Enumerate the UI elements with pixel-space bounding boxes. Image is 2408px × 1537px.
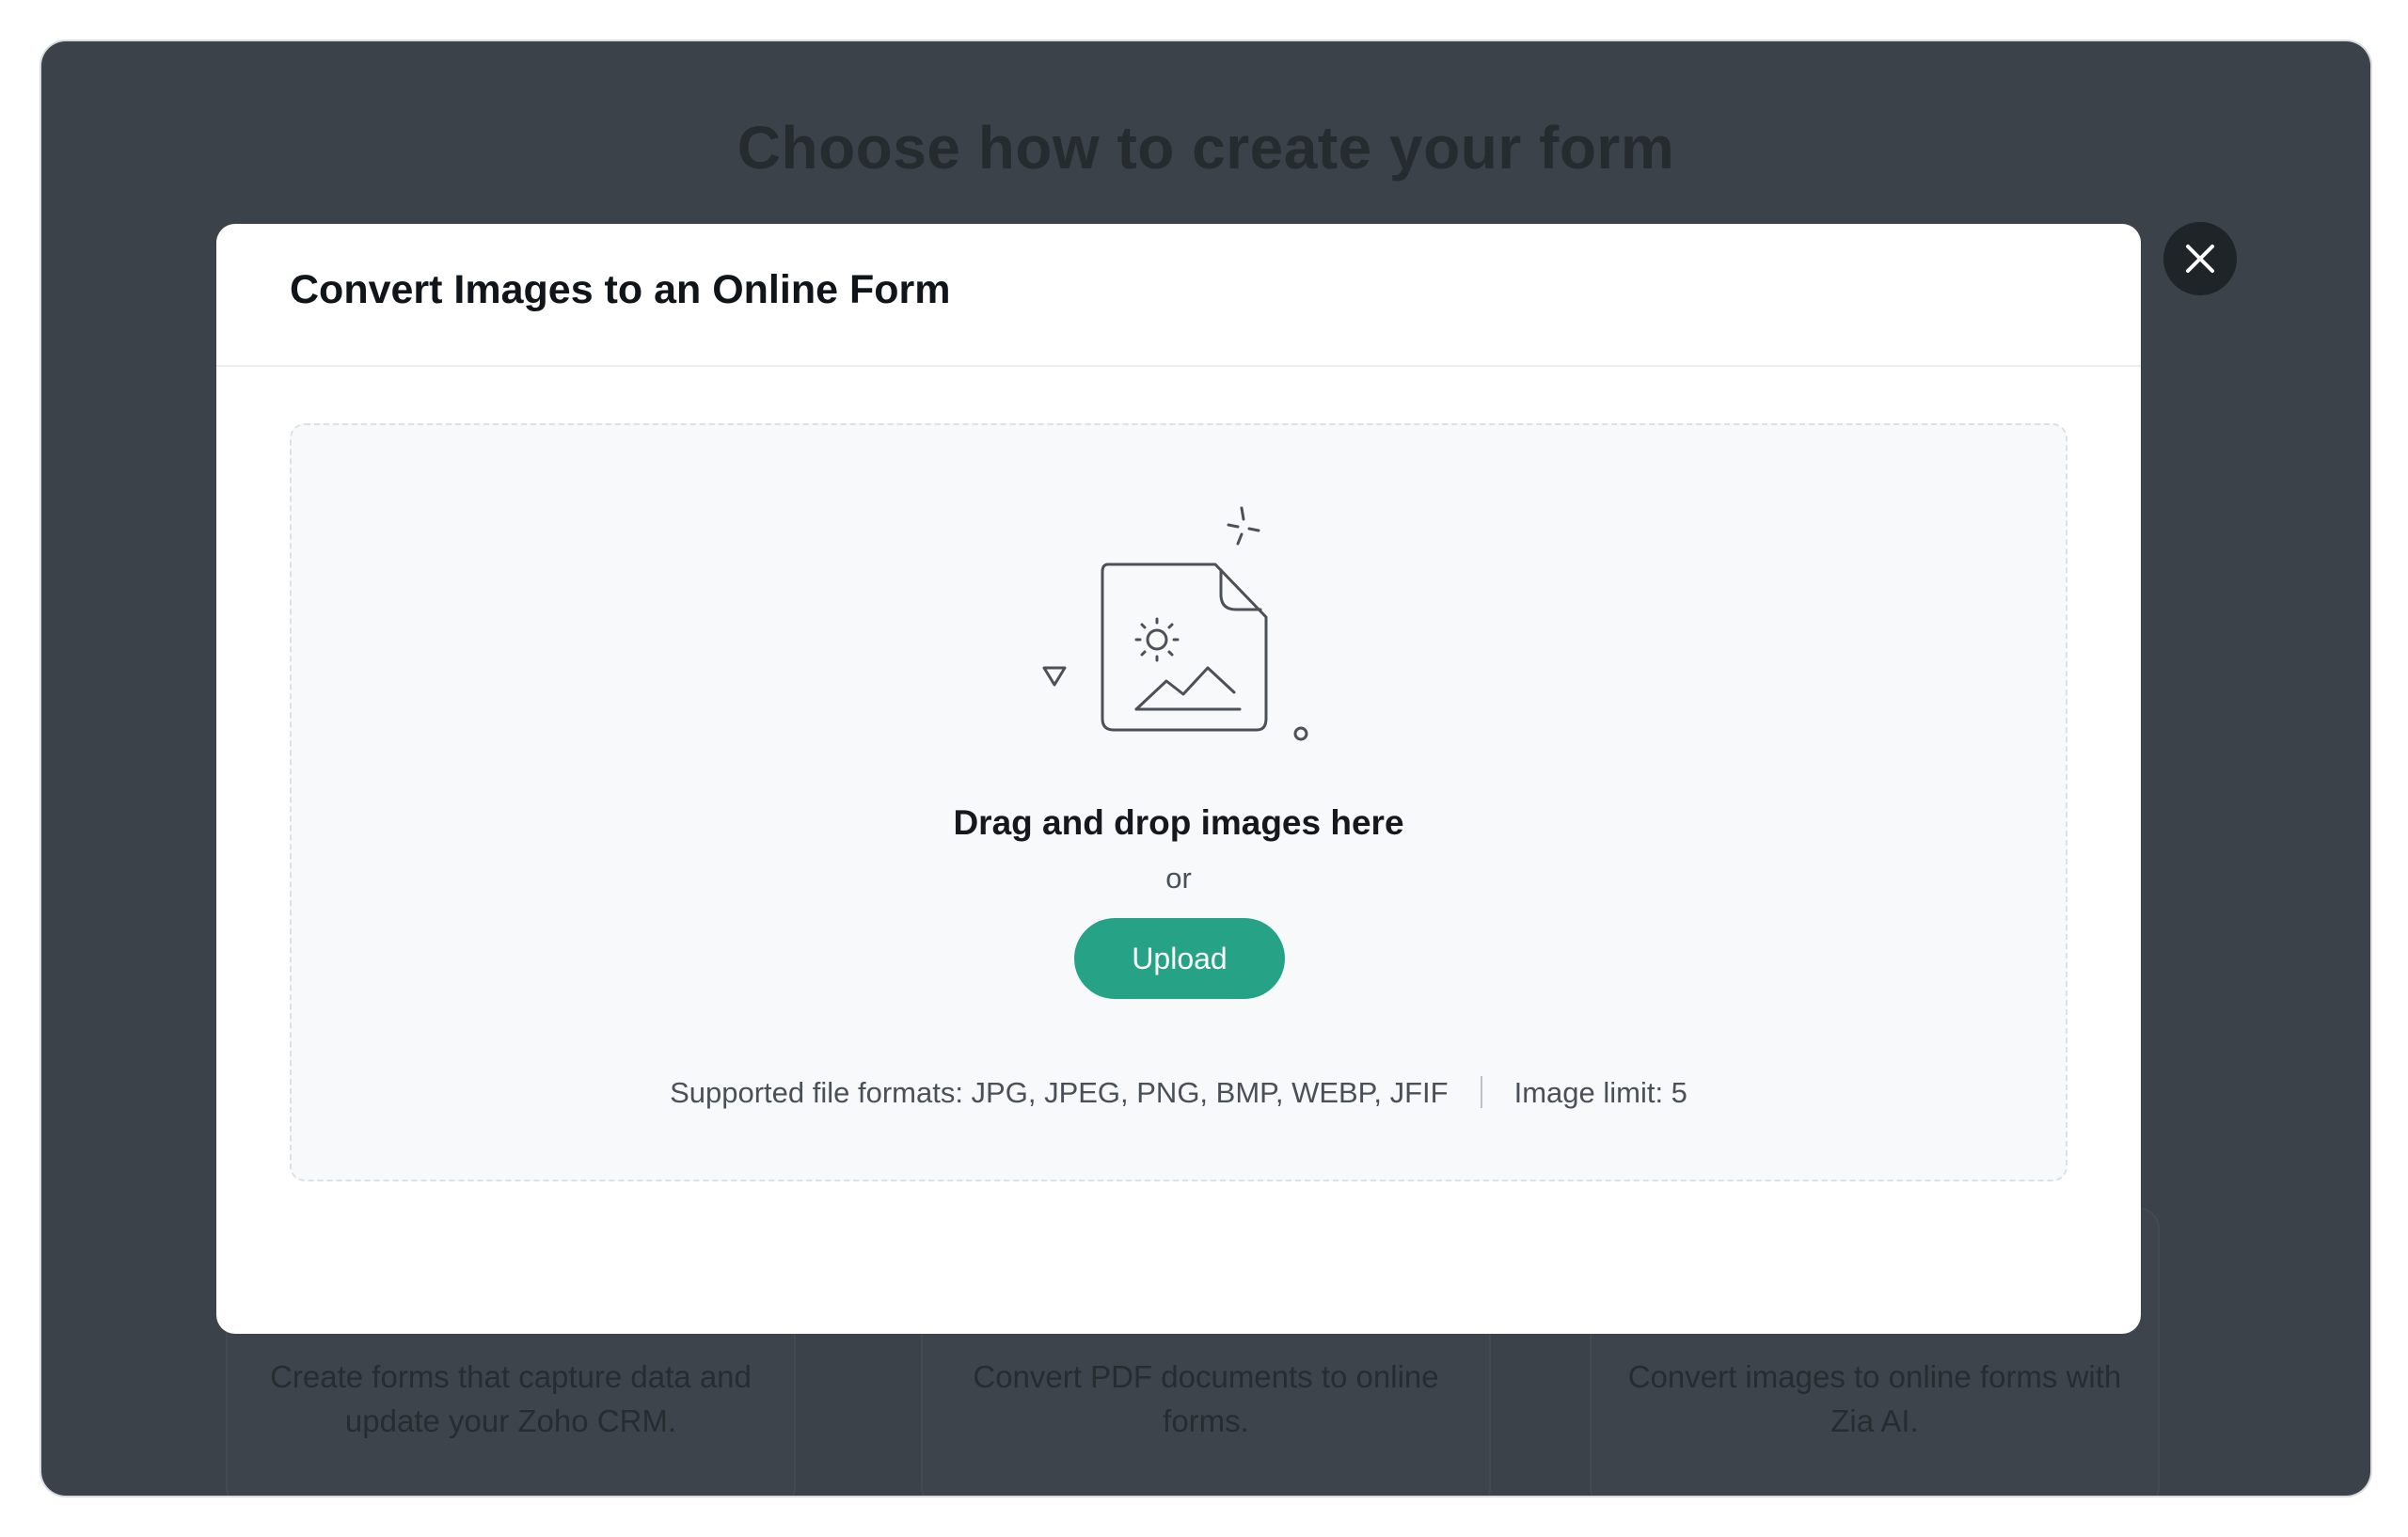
divider [1480,1075,1482,1108]
page-title: Choose how to create your form [737,114,1675,182]
convert-images-modal: Convert Images to an Online Form Drag an… [216,224,2141,1334]
app-window: Choose how to create your form Create fo… [41,41,2370,1496]
file-info-row: Supported file formats: JPG, JPEG, PNG, … [292,1075,2066,1111]
close-button[interactable] [2163,222,2237,295]
supported-formats-text: Supported file formats: JPG, JPEG, PNG, … [670,1076,1449,1109]
dropzone-heading: Drag and drop images here [953,803,1404,842]
option-card-description: Create forms that capture data and updat… [270,1359,752,1438]
image-limit-text: Image limit: 5 [1513,1076,1687,1109]
close-icon [2186,245,2214,273]
option-card-description: Convert images to online forms with Zia … [1627,1359,2122,1438]
upload-button[interactable]: Upload [1074,918,1285,999]
or-separator: or [1165,862,1192,895]
modal-title: Convert Images to an Online Form [290,267,951,312]
image-dropzone[interactable]: Drag and drop images here or Upload Supp… [290,423,2067,1181]
option-card-description: Convert PDF documents to online forms. [973,1359,1439,1438]
image-file-icon [1042,506,1308,741]
modal-header: Convert Images to an Online Form [216,224,2141,367]
